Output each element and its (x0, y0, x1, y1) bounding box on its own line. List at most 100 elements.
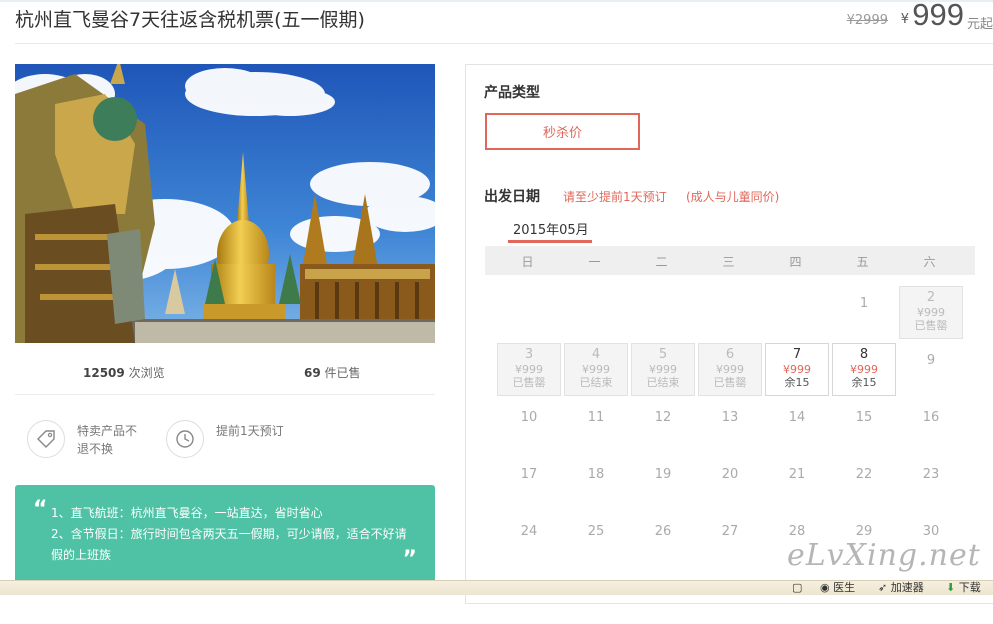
calendar-day-21: 21 (765, 457, 829, 510)
calendar-day-6: 6 ¥999 已售罄 (698, 343, 762, 396)
rocket-icon: ➶ (878, 581, 888, 594)
calendar-day-number: 23 (922, 467, 940, 482)
calendar-day-14: 14 (765, 400, 829, 453)
calendar-day-31: 31 (497, 571, 561, 624)
view-count-label: 次浏览 (128, 366, 165, 380)
product-type-option-flash-sale[interactable]: 秒杀价 (485, 113, 640, 150)
calendar-day-number: 16 (922, 410, 940, 425)
price-area: ¥2999 ¥ 999 元起 (833, 0, 993, 36)
browser-status-bar: ▢ ◉ 医生 ➶ 加速器 ⬇ 下载 (0, 580, 993, 595)
calendar-day-price: ¥999 (716, 363, 744, 376)
weekday-thu: 四 (789, 255, 802, 269)
calendar-day-26: 26 (631, 514, 695, 567)
calendar-day-20: 20 (698, 457, 762, 510)
view-count: 12509 次浏览 (83, 364, 165, 381)
calendar-day-number: 26 (654, 524, 672, 539)
notice-line-1: 1、直飞航班：杭州直飞曼谷，一站直达，省时省心 (51, 506, 323, 520)
calendar-day-price: ¥999 (917, 306, 945, 319)
calendar-day-number: 9 (926, 353, 936, 368)
doctor-icon: ◉ (820, 581, 830, 594)
calendar-day-number: 13 (721, 410, 739, 425)
calendar-day-number: 22 (855, 467, 873, 482)
calendar-day-status: 已结束 (579, 376, 613, 389)
calendar-day-number: 10 (520, 410, 538, 425)
calendar-day-price: ¥999 (850, 363, 878, 376)
weekday-mon: 一 (588, 255, 601, 269)
calendar-day-number: 27 (721, 524, 739, 539)
calendar-day-3: 3 ¥999 已售罄 (497, 343, 561, 396)
departure-date-label: 出发日期 (484, 189, 540, 205)
calendar-day-number: 19 (654, 467, 672, 482)
calendar-day-number: 2 (926, 290, 936, 305)
calendar-day-status: 余15 (784, 376, 810, 389)
calendar-day-23: 23 (899, 457, 963, 510)
stats-divider (15, 394, 435, 395)
weekday-sun: 日 (521, 255, 534, 269)
close-quote: ” (402, 547, 417, 572)
calendar-day-status: 已结束 (646, 376, 680, 389)
calendar-day-number: 17 (520, 467, 538, 482)
calendar-day-number: 4 (591, 347, 601, 362)
price-unit: 元起 (966, 17, 993, 32)
calendar-day-number: 7 (792, 347, 802, 362)
calendar-day-number: 8 (859, 347, 869, 362)
open-quote: “ (33, 497, 48, 522)
calendar-day-12: 12 (631, 400, 695, 453)
calendar-day-status: 余15 (851, 376, 877, 389)
calendar-day-number: 29 (855, 524, 873, 539)
calendar-day-4: 4 ¥999 已结束 (564, 343, 628, 396)
calendar-day-number: 24 (520, 524, 538, 539)
calendar-day-27: 27 (698, 514, 762, 567)
weekday-wed: 三 (722, 255, 735, 269)
badge-advance-booking-text: 提前1天预订 (216, 424, 284, 438)
calendar-day-18: 18 (564, 457, 628, 510)
month-tab-underline (508, 240, 592, 243)
calendar-day-17: 17 (497, 457, 561, 510)
calendar-day-status: 已售罄 (713, 376, 747, 389)
product-image[interactable] (15, 64, 435, 343)
calendar-day-number: 1 (859, 296, 869, 311)
calendar-day-number: 28 (788, 524, 806, 539)
download-icon: ⬇ (946, 581, 956, 594)
calendar-day-price: ¥999 (783, 363, 811, 376)
same-price-note: (成人与儿童同价) (686, 190, 780, 204)
calendar-day-number: 15 (855, 410, 873, 425)
clock-icon (166, 420, 204, 458)
calendar-day-number: 3 (524, 347, 534, 362)
product-type-label: 产品类型 (484, 85, 540, 101)
feature-notice: “ 1、直飞航班：杭州直飞曼谷，一站直达，省时省心 2、含节假日：旅行时间包含两… (15, 485, 435, 585)
product-stats: 12509 次浏览 69 件已售 (15, 344, 435, 394)
original-price: ¥2999 (846, 13, 888, 28)
calendar-day-number: 12 (654, 410, 672, 425)
status-square-icon: ▢ (792, 581, 803, 594)
sold-count-label: 件已售 (324, 366, 361, 380)
calendar-day-number: 20 (721, 467, 739, 482)
weekday-tue: 二 (655, 255, 668, 269)
calendar-day-19: 19 (631, 457, 695, 510)
doctor-label: 医生 (833, 581, 856, 594)
calendar-day-number: 25 (587, 524, 605, 539)
sale-price: 999 (912, 0, 964, 32)
calendar-day-13: 13 (698, 400, 762, 453)
badge-no-refund-text: 特卖产品不退不换 (77, 424, 138, 456)
advance-booking-note: 请至少提前1天预订 (563, 190, 667, 204)
calendar-day-9: 9 (899, 343, 963, 396)
calendar-day-8[interactable]: 8 ¥999 余15 (832, 343, 896, 396)
calendar-day-number: 30 (922, 524, 940, 539)
calendar-day-number: 5 (658, 347, 668, 362)
calendar-day-7[interactable]: 7 ¥999 余15 (765, 343, 829, 396)
calendar-day-number: 21 (788, 467, 806, 482)
status-download[interactable]: ⬇ 下载 (946, 581, 981, 595)
tag-icon (27, 420, 65, 458)
calendar-day-25: 25 (564, 514, 628, 567)
weekday-header: 日 一 二 三 四 五 六 (485, 246, 975, 275)
calendar-day-price: ¥999 (649, 363, 677, 376)
calendar-day-price: ¥999 (582, 363, 610, 376)
calendar-day-15: 15 (832, 400, 896, 453)
status-accelerator[interactable]: ➶ 加速器 (878, 581, 924, 595)
month-tab[interactable]: 2015年05月 (513, 219, 589, 238)
status-doctor[interactable]: ◉ 医生 (820, 581, 855, 595)
sold-count: 69 件已售 (304, 364, 361, 381)
accelerator-label: 加速器 (890, 581, 924, 594)
calendar-day-16: 16 (899, 400, 963, 453)
